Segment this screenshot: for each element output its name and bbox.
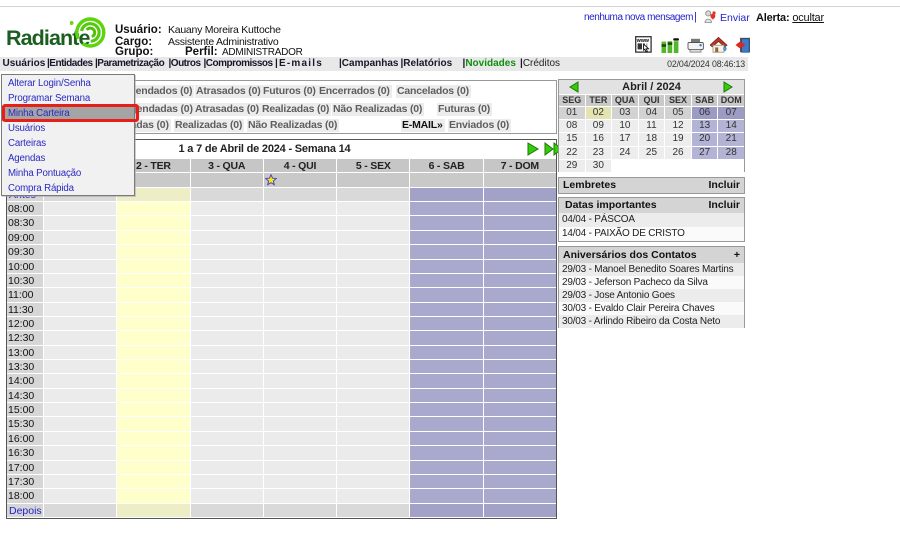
svg-text:www: www — [636, 38, 650, 44]
